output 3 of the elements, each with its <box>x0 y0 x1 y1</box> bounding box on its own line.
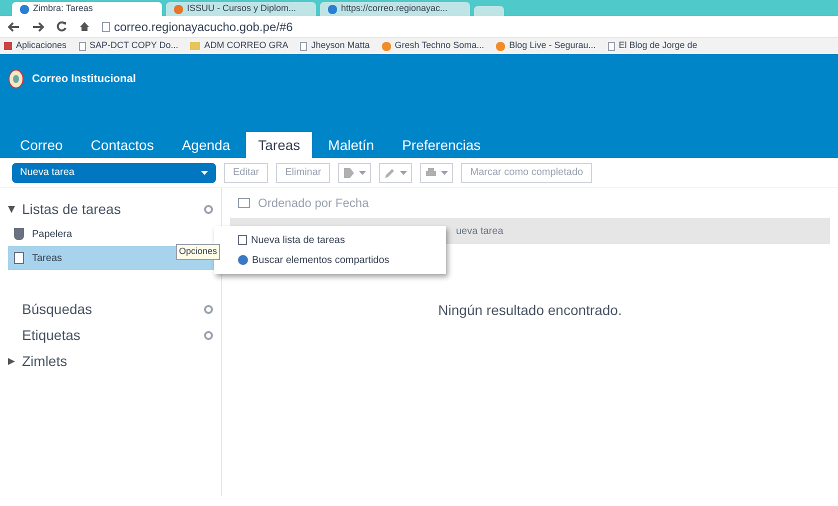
tooltip: Opciones <box>176 244 220 260</box>
empty-message: Ningún resultado encontrado. <box>438 301 622 320</box>
logo-text: Correo Institucional <box>32 72 136 87</box>
